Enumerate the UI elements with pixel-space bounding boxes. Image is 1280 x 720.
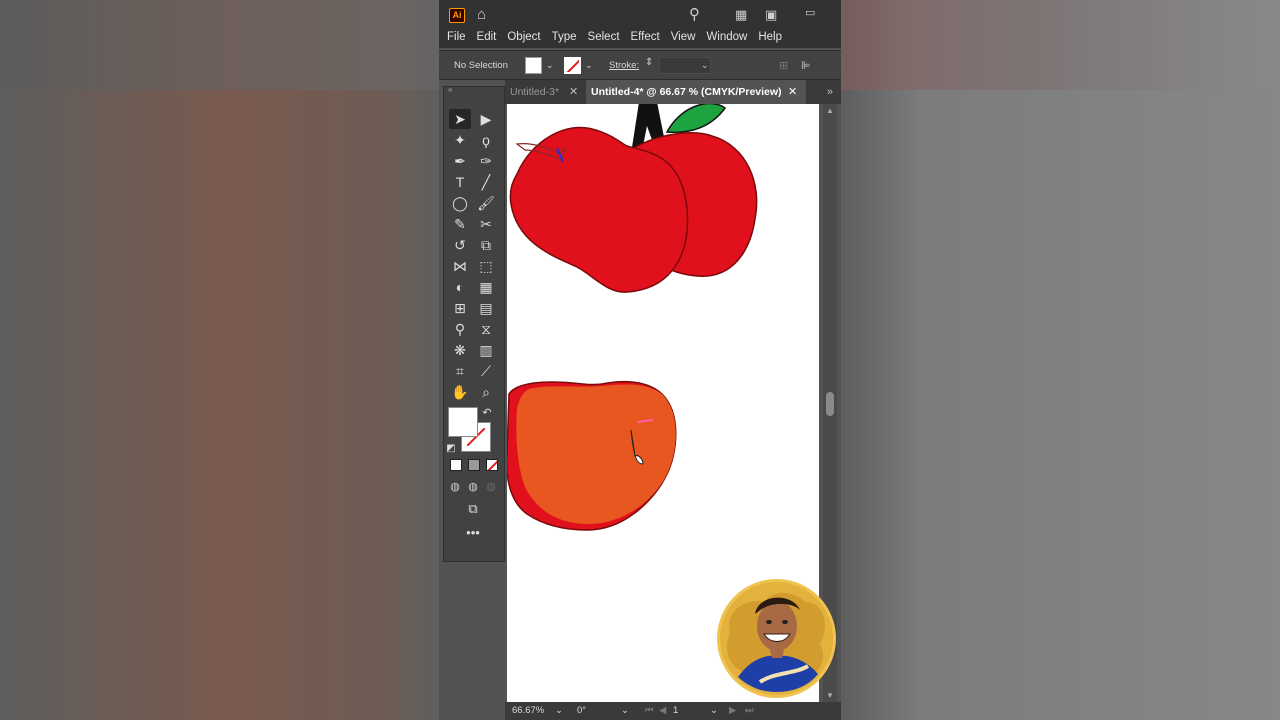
- menu-object[interactable]: Object: [507, 30, 540, 48]
- fill-swatch[interactable]: [448, 407, 478, 437]
- magic-wand-tool-icon[interactable]: ✦: [449, 130, 471, 150]
- draw-behind-icon[interactable]: ◍: [464, 477, 482, 497]
- tab-untitled-4[interactable]: Untitled-4* @ 66.67 % (CMYK/Preview) ✕: [586, 80, 806, 104]
- fill-color-swatch[interactable]: [525, 57, 542, 74]
- scale-tool-icon[interactable]: ⧉: [475, 235, 497, 255]
- pencil-tool-icon[interactable]: ✎: [449, 214, 471, 234]
- scissors-tool-icon[interactable]: ✂: [475, 214, 497, 234]
- pen-tool-icon[interactable]: ✒: [449, 151, 471, 171]
- fill-dropdown-icon[interactable]: ⌄: [546, 60, 554, 71]
- rotation-dropdown-icon[interactable]: ⌄: [621, 705, 629, 716]
- close-icon[interactable]: ✕: [788, 80, 797, 104]
- illustrator-logo: Ai: [449, 8, 465, 23]
- minimize-icon[interactable]: ▭: [805, 4, 815, 22]
- paintbrush-tool-icon[interactable]: 🖌: [475, 193, 497, 213]
- first-artboard-icon[interactable]: ⏮: [645, 705, 654, 716]
- lasso-tool-icon[interactable]: ϙ: [475, 130, 497, 150]
- direct-selection-tool-icon[interactable]: ▶: [475, 109, 497, 129]
- artboard-tool-icon[interactable]: ⌗: [449, 361, 471, 381]
- stroke-dropdown-icon[interactable]: ⌄: [585, 60, 593, 71]
- menu-type[interactable]: Type: [552, 30, 577, 48]
- default-fill-stroke-icon[interactable]: ◩: [444, 439, 458, 459]
- menu-view[interactable]: View: [671, 30, 696, 48]
- title-bar: Ai ⌂ ⚲ ▦ ▣ ▭: [439, 0, 841, 30]
- home-icon[interactable]: ⌂: [477, 6, 486, 24]
- menu-edit[interactable]: Edit: [477, 30, 497, 48]
- mesh-tool-icon[interactable]: ⊞: [449, 298, 471, 318]
- tab-label: Untitled-4* @ 66.67 % (CMYK/Preview): [591, 86, 782, 98]
- shape-builder-tool-icon[interactable]: ◐: [449, 277, 471, 297]
- line-segment-tool-icon[interactable]: ╱: [475, 172, 497, 192]
- selection-status: No Selection: [454, 60, 508, 71]
- control-bar: No Selection ⌄ ⌄ Stroke: ⇕ ⌄ ⊞ ⊫: [439, 50, 841, 80]
- hand-tool-icon[interactable]: ✋: [449, 382, 471, 402]
- width-tool-icon[interactable]: ⋈: [449, 256, 471, 276]
- screen-mode-icon[interactable]: ⧉: [462, 499, 484, 519]
- blend-tool-icon[interactable]: ⧖: [475, 319, 497, 339]
- slice-tool-icon[interactable]: ⟋: [475, 361, 497, 381]
- zoom-tool-icon[interactable]: ⌕: [475, 382, 497, 402]
- ellipse-tool-icon[interactable]: ◯: [449, 193, 471, 213]
- close-icon[interactable]: ✕: [569, 80, 578, 104]
- workspace-icon[interactable]: ▦: [735, 6, 747, 24]
- draw-inside-icon[interactable]: ◍: [482, 477, 500, 497]
- status-bar: 66.67% ⌄ 0° ⌄ ⏮ ◀ 1 ⌄ ▶ ⏭: [505, 702, 841, 720]
- last-artboard-icon[interactable]: ⏭: [745, 705, 754, 716]
- align-icon[interactable]: ⊞: [779, 59, 788, 72]
- draw-normal-icon[interactable]: ◍: [446, 477, 464, 497]
- gradient-mode-icon[interactable]: [468, 459, 480, 471]
- apple-bottom-highlight[interactable]: [516, 384, 676, 524]
- color-mode-icon[interactable]: [450, 459, 462, 471]
- free-transform-tool-icon[interactable]: ⬚: [475, 256, 497, 276]
- menu-select[interactable]: Select: [588, 30, 620, 48]
- gradient-tool-icon[interactable]: ▤: [475, 298, 497, 318]
- arrange-documents-icon[interactable]: ▣: [765, 6, 777, 24]
- menu-window[interactable]: Window: [706, 30, 747, 48]
- document-tabs: Untitled-3* ✕ Untitled-4* @ 66.67 % (CMY…: [505, 80, 841, 104]
- tabs-overflow-icon[interactable]: »: [827, 80, 833, 104]
- swap-fill-stroke-icon[interactable]: ↶: [480, 403, 494, 423]
- tab-untitled-3[interactable]: Untitled-3* ✕: [505, 80, 583, 104]
- artboard-dropdown-icon[interactable]: ⌄: [710, 705, 718, 716]
- edit-toolbar-icon[interactable]: •••: [462, 523, 484, 543]
- tools-panel: « ➤ ▶ ✦ ϙ ✒ ✑ T ╱ ◯ 🖌 ✎ ✂ ↺ ⧉ ⋈ ⬚ ◐ ▦ ⊞ ▤ ⚲ ⧖ ❋ ▥ ⌗ ⟋ ✋ ⌕ ↶ ◩ ◍ ◍ ◍ ⧉ •••: [443, 85, 505, 562]
- menu-file[interactable]: File: [447, 30, 466, 48]
- creator-avatar: [717, 579, 836, 698]
- rotate-tool-icon[interactable]: ↺: [449, 235, 471, 255]
- next-artboard-icon[interactable]: ▶: [729, 705, 736, 716]
- menu-bar: File Edit Object Type Select Effect View…: [439, 30, 841, 48]
- distribute-icon[interactable]: ⊫: [801, 59, 811, 72]
- avatar-illustration: [727, 593, 825, 692]
- search-icon[interactable]: ⚲: [689, 6, 700, 24]
- tab-label: Untitled-3*: [510, 86, 560, 98]
- menu-help[interactable]: Help: [758, 30, 782, 48]
- type-tool-icon[interactable]: T: [449, 172, 471, 192]
- curvature-tool-icon[interactable]: ✑: [475, 151, 497, 171]
- perspective-grid-tool-icon[interactable]: ▦: [475, 277, 497, 297]
- scrollbar-thumb[interactable]: [826, 392, 834, 416]
- column-graph-tool-icon[interactable]: ▥: [475, 340, 497, 360]
- menu-effect[interactable]: Effect: [631, 30, 660, 48]
- eyedropper-tool-icon[interactable]: ⚲: [449, 319, 471, 339]
- stroke-color-swatch[interactable]: [564, 57, 581, 74]
- selection-tool-icon[interactable]: ➤: [449, 109, 471, 129]
- artboard-number[interactable]: 1: [673, 705, 678, 716]
- zoom-dropdown-icon[interactable]: ⌄: [555, 705, 563, 716]
- apple-leaf[interactable]: [665, 104, 727, 134]
- stroke-weight-dropdown-icon[interactable]: ⌄: [701, 60, 709, 71]
- zoom-level[interactable]: 66.67%: [512, 705, 544, 716]
- stroke-stepper-icon[interactable]: ⇕: [645, 57, 653, 68]
- previous-artboard-icon[interactable]: ◀: [659, 705, 666, 716]
- collapse-panel-icon[interactable]: «: [448, 85, 452, 94]
- stroke-label[interactable]: Stroke:: [609, 60, 639, 71]
- symbol-sprayer-tool-icon[interactable]: ❋: [449, 340, 471, 360]
- none-mode-icon[interactable]: [486, 459, 498, 471]
- rotation-value[interactable]: 0°: [577, 705, 586, 716]
- scroll-down-icon[interactable]: ▼: [826, 691, 834, 700]
- scroll-up-icon[interactable]: ▲: [826, 106, 834, 115]
